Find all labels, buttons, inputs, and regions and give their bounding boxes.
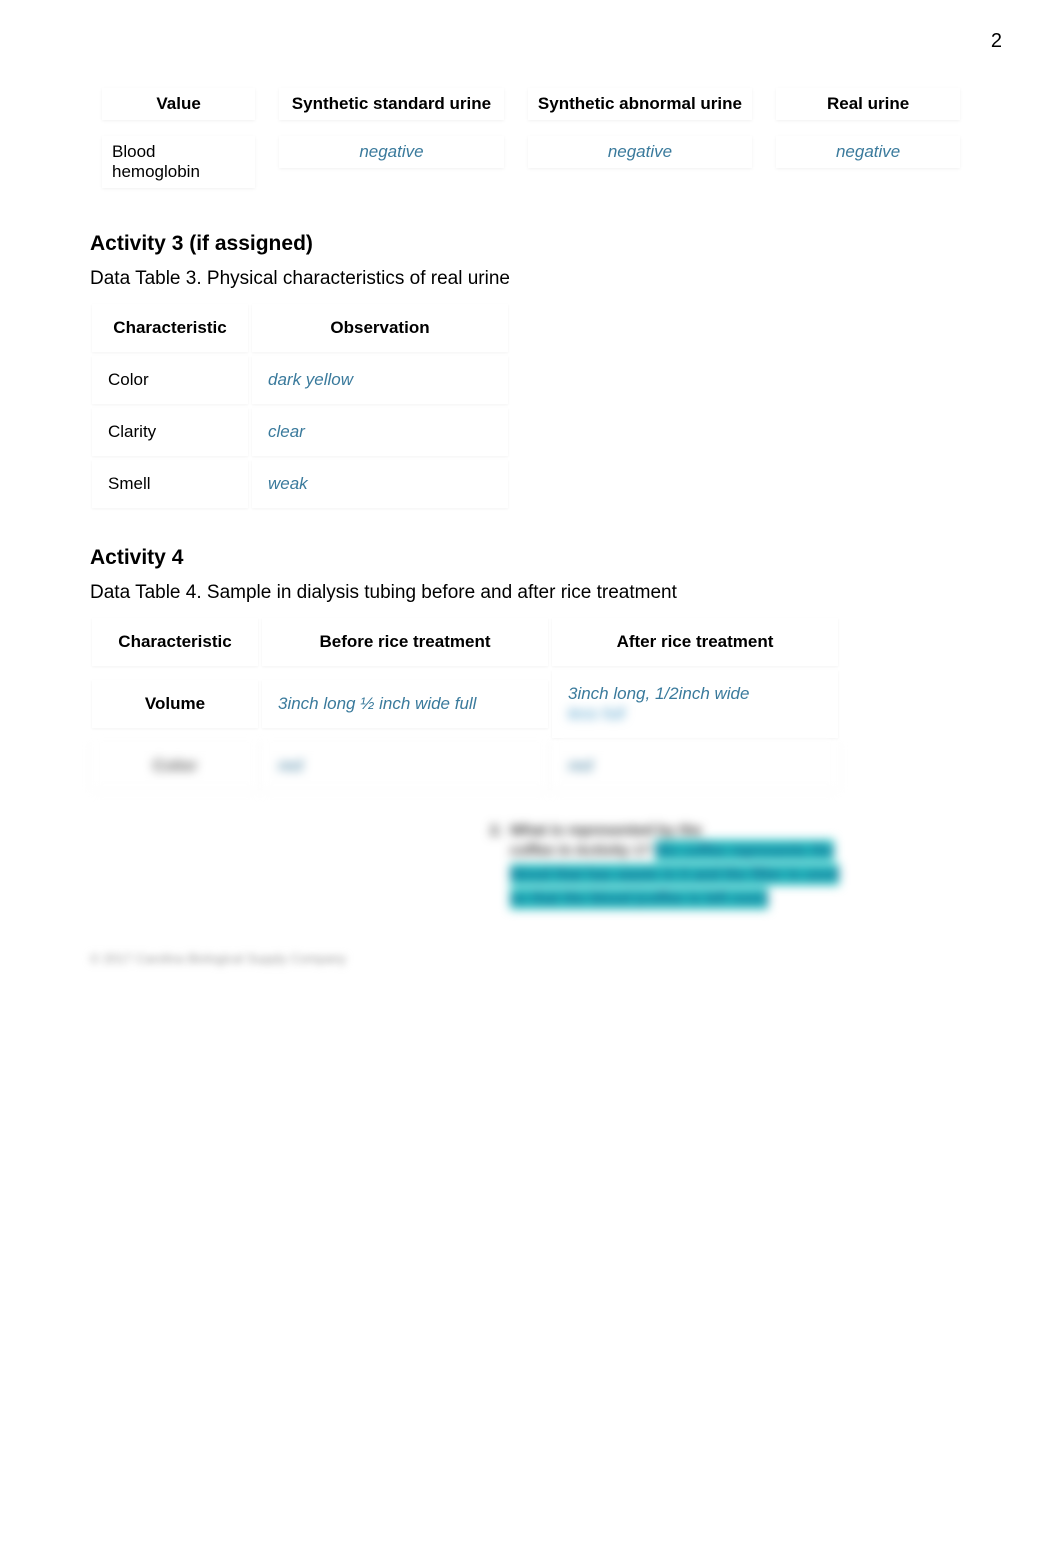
t1-val-abnormal: negative [528, 136, 753, 168]
question-answer: coffee in Activity 1? the coffee represe… [510, 839, 860, 911]
t4-row2-after: red [552, 742, 838, 790]
t1-header-synthetic-abnormal: Synthetic abnormal urine [528, 88, 753, 120]
t3-row-smell-value: weak [252, 460, 508, 508]
t4-row-volume-label: Volume [92, 680, 258, 728]
t4-row2-before: red [262, 742, 548, 790]
question-number: 2. [490, 822, 503, 839]
t3-header-observation: Observation [252, 304, 508, 352]
activity4-heading: Activity 4 [90, 546, 972, 570]
table4-caption: Data Table 4. Sample in dialysis tubing … [90, 582, 972, 604]
t1-header-value: Value [102, 88, 255, 120]
t4-row-volume-before: 3inch long ½ inch wide full [262, 680, 548, 728]
table3-caption: Data Table 3. Physical characteristics o… [90, 268, 972, 290]
question-first-line: What is represented by the [510, 822, 860, 839]
t3-header-characteristic: Characteristic [92, 304, 248, 352]
t1-header-real: Real urine [776, 88, 960, 120]
table-urine-values: Value Synthetic standard urine Synthetic… [90, 80, 972, 196]
t3-row-smell-label: Smell [92, 460, 248, 508]
t1-header-synthetic-standard: Synthetic standard urine [279, 88, 504, 120]
t4-header-after: After rice treatment [552, 618, 838, 666]
table4: Characteristic Before rice treatment Aft… [90, 616, 840, 792]
table-row: Blood hemoglobin negative negative negat… [90, 128, 972, 196]
t4-row-volume-after: 3inch long, 1/2inch wideless full [552, 670, 838, 738]
table-row-blurred: Color red red [90, 740, 840, 792]
t4-row2-label: Color [92, 742, 258, 790]
t1-val-real: negative [776, 136, 960, 168]
table3: Characteristic Observation Color dark ye… [90, 302, 510, 510]
t1-row-label: Blood hemoglobin [102, 136, 255, 188]
activity3-heading: Activity 3 (if assigned) [90, 232, 972, 256]
t4-header-before: Before rice treatment [262, 618, 548, 666]
table-row: Clarity clear [90, 406, 510, 458]
t3-row-color-label: Color [92, 356, 248, 404]
t3-row-color-value: dark yellow [252, 356, 508, 404]
table-row: Smell weak [90, 458, 510, 510]
table-row: Color dark yellow [90, 354, 510, 406]
t3-row-clarity-value: clear [252, 408, 508, 456]
table-row: Volume 3inch long ½ inch wide full 3inch… [90, 668, 840, 740]
t1-val-standard: negative [279, 136, 504, 168]
t3-row-clarity-label: Clarity [92, 408, 248, 456]
page-number: 2 [991, 30, 1002, 53]
question-block: 2. What is represented by the coffee in … [510, 822, 860, 911]
t4-header-characteristic: Characteristic [92, 618, 258, 666]
copyright: © 2017 Carolina Biological Supply Compan… [90, 951, 972, 966]
